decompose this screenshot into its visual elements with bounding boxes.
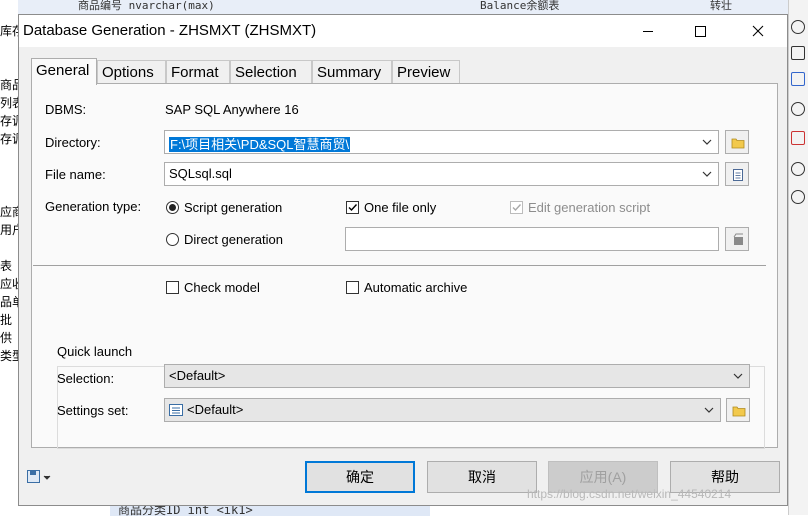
connect-button[interactable] (725, 227, 749, 251)
direct-generation-label[interactable]: Direct generation (184, 232, 283, 247)
filename-label: File name: (45, 167, 106, 182)
checkmark-icon (348, 204, 358, 212)
checkmark-icon (512, 204, 522, 212)
one-file-only-checkbox[interactable] (346, 201, 359, 214)
bg-text: 批 (0, 313, 13, 327)
directory-combobox[interactable]: F:\项目相关\PD&SQL智慧商贸\ (164, 130, 719, 154)
database-connect-icon (733, 233, 743, 245)
close-icon (752, 25, 764, 37)
document-icon (733, 169, 743, 181)
chevron-down-icon (733, 373, 743, 379)
filename-value: SQLsql.sql (169, 166, 232, 181)
one-file-only-label[interactable]: One file only (364, 200, 436, 215)
background-right-toolbar (788, 0, 808, 515)
script-generation-radio[interactable] (166, 201, 179, 214)
selection-label: Selection: (57, 371, 115, 386)
bg-text: 转壮 (710, 0, 732, 12)
check-model-label[interactable]: Check model (184, 280, 260, 295)
script-generation-label[interactable]: Script generation (184, 200, 282, 215)
background-left-column: 库存 商品 列表 存调 存调 应商 用户 表 应收 品单 批 供 类型 (0, 0, 24, 515)
selection-value: <Default> (169, 368, 226, 383)
dbms-label: DBMS: (45, 102, 87, 117)
directory-value: F:\项目相关\PD&SQL智慧商贸\ (169, 137, 351, 152)
edit-generation-script-checkbox (510, 201, 523, 214)
close-button[interactable] (735, 15, 781, 47)
tab-summary[interactable]: Summary (312, 60, 392, 83)
generation-type-label: Generation type: (45, 199, 142, 214)
tab-preview[interactable]: Preview (392, 60, 460, 83)
settings-list-icon (169, 404, 183, 416)
automatic-archive-label[interactable]: Automatic archive (364, 280, 467, 295)
browse-directory-button[interactable] (725, 130, 749, 154)
automatic-archive-checkbox[interactable] (346, 281, 359, 294)
tool-icon (791, 102, 805, 116)
save-settings-menu[interactable] (27, 470, 53, 489)
tool-icon (791, 20, 805, 34)
bg-text: 商品编号 nvarchar(max) (78, 0, 215, 12)
selection-combobox[interactable]: <Default> (164, 364, 750, 388)
tab-general[interactable]: General (31, 58, 97, 85)
folder-icon (732, 406, 746, 417)
filename-combobox[interactable]: SQLsql.sql (164, 162, 719, 186)
chevron-down-icon (702, 139, 712, 145)
directory-label: Directory: (45, 135, 101, 150)
direct-generation-radio[interactable] (166, 233, 179, 246)
separator (33, 265, 766, 266)
browse-settings-button[interactable] (726, 398, 750, 422)
tool-icon (791, 190, 805, 204)
database-generation-dialog: Database Generation - ZHSMXT (ZHSMXT) Ge… (18, 14, 788, 506)
chevron-down-icon (702, 171, 712, 177)
watermark: https://blog.csdn.net/weixin_44540214 (527, 487, 732, 501)
settings-set-value: <Default> (187, 402, 244, 417)
bg-text: Balance余额表 (480, 0, 560, 12)
bg-text: 表 (0, 259, 13, 273)
tab-format[interactable]: Format (166, 60, 230, 83)
title-bar[interactable]: Database Generation - ZHSMXT (ZHSMXT) (19, 15, 787, 47)
maximize-icon (695, 26, 706, 37)
file-properties-button[interactable] (725, 162, 749, 186)
bg-text: 供 (0, 331, 13, 345)
minimize-icon (643, 31, 653, 32)
save-icon (27, 470, 51, 483)
check-model-checkbox[interactable] (166, 281, 179, 294)
background-top-table: 商品编号 nvarchar(max) Balance余额表 转壮 (18, 0, 788, 15)
settings-set-combobox[interactable]: <Default> (164, 398, 721, 422)
data-source-field[interactable] (345, 227, 719, 251)
tab-selection[interactable]: Selection (230, 60, 312, 83)
maximize-button[interactable] (677, 15, 723, 47)
tool-icon (791, 131, 805, 145)
tool-icon (791, 46, 805, 60)
edit-generation-script-label: Edit generation script (528, 200, 651, 215)
window-title: Database Generation - ZHSMXT (ZHSMXT) (23, 22, 317, 39)
tool-icon (791, 162, 805, 176)
minimize-button[interactable] (625, 15, 671, 47)
settings-set-label: Settings set: (57, 403, 129, 418)
tool-icon (791, 72, 805, 86)
chevron-down-icon (704, 407, 714, 413)
ok-button[interactable]: 确定 (305, 461, 415, 493)
folder-icon (731, 138, 745, 149)
dbms-value: SAP SQL Anywhere 16 (165, 102, 299, 117)
quick-launch-title: Quick launch (53, 344, 137, 359)
cancel-button[interactable]: 取消 (427, 461, 537, 493)
tab-options[interactable]: Options (97, 60, 166, 83)
